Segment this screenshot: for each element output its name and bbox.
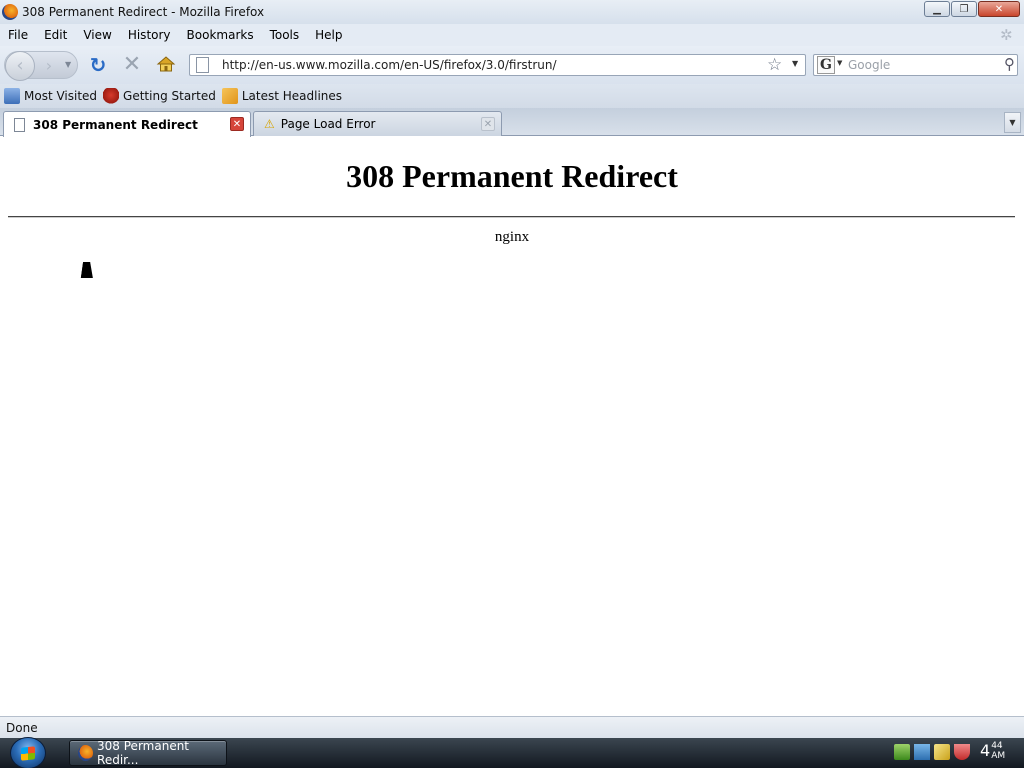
clock[interactable]: 4 44 AM <box>980 741 1005 761</box>
firefox-red-icon <box>103 88 120 104</box>
divider <box>8 216 1015 218</box>
security-shield-icon[interactable] <box>954 744 970 760</box>
back-forward-group: ‹ › ▼ <box>4 51 78 81</box>
tab-label: Page Load Error <box>280 117 376 131</box>
menu-tools[interactable]: Tools <box>270 28 300 42</box>
bookmark-latest-headlines[interactable]: Latest Headlines <box>221 88 343 104</box>
reload-icon[interactable]: ↻ <box>87 54 109 76</box>
menu-bar: File Edit View History Bookmarks Tools H… <box>0 24 1024 46</box>
close-tab-icon[interactable]: ✕ <box>481 117 495 131</box>
smart-folder-icon <box>4 88 20 104</box>
magnifier-icon[interactable]: ⚲ <box>1004 55 1015 73</box>
search-engine-dropdown-icon[interactable]: ▼ <box>837 59 842 67</box>
firefox-logo-icon <box>78 745 94 761</box>
clock-hour: 4 <box>980 741 991 760</box>
page-favicon-icon <box>196 57 209 73</box>
url-dropdown-icon[interactable]: ▼ <box>792 59 798 68</box>
window-controls: ▁ ❐ ✕ <box>923 1 1020 17</box>
taskbar-firefox-button[interactable]: 308 Permanent Redir... <box>69 739 227 767</box>
bookmarks-toolbar: Most Visited Getting Started Latest Head… <box>0 84 1024 108</box>
taskbar-button-label: 308 Permanent Redir... <box>97 739 190 767</box>
clock-ampm: AM <box>991 751 1006 761</box>
clock-minute: 44 <box>991 741 1003 751</box>
url-input[interactable]: http://en-us.www.mozilla.com/en-US/firef… <box>222 58 557 72</box>
menu-file[interactable]: File <box>8 28 28 42</box>
home-icon[interactable] <box>155 54 177 76</box>
minimize-button[interactable]: ▁ <box>924 1 950 17</box>
url-bar[interactable]: http://en-us.www.mozilla.com/en-US/firef… <box>189 54 806 76</box>
activity-throbber-icon: ✲ <box>1000 26 1013 44</box>
clock-minutes-group: 44 AM <box>991 741 1005 761</box>
mouse-cursor-icon <box>80 262 96 278</box>
status-bar: Done <box>0 716 1024 738</box>
home-house-icon <box>156 56 176 72</box>
status-text: Done <box>6 721 38 735</box>
bookmark-label: Getting Started <box>123 89 216 103</box>
search-engine-icon[interactable]: G <box>817 56 835 74</box>
network-icon[interactable] <box>894 744 910 760</box>
restore-button[interactable]: ❐ <box>951 1 977 17</box>
display-icon[interactable] <box>914 744 930 760</box>
page-content: 308 Permanent Redirect nginx <box>0 136 1024 716</box>
bookmark-star-icon[interactable]: ☆ <box>767 55 782 75</box>
tab-label: 308 Permanent Redirect <box>33 117 198 132</box>
firefox-logo-icon <box>2 4 18 20</box>
back-button[interactable]: ‹ <box>5 51 35 81</box>
navigation-toolbar: ‹ › ▼ ↻ ✕ http://en-us.www.mozilla.com/e… <box>0 46 1024 84</box>
wizard-icon[interactable] <box>934 744 950 760</box>
page-icon <box>14 117 25 132</box>
tab-page-load-error[interactable]: ⚠ Page Load Error ✕ <box>253 111 502 136</box>
bookmark-most-visited[interactable]: Most Visited <box>4 88 97 104</box>
menu-bookmarks[interactable]: Bookmarks <box>187 28 254 42</box>
windows-logo-icon <box>21 746 35 761</box>
system-tray <box>894 744 974 760</box>
menu-edit[interactable]: Edit <box>44 28 67 42</box>
rss-feed-icon <box>221 88 238 104</box>
tab-list-dropdown-icon[interactable]: ▼ <box>1004 112 1021 133</box>
server-name: nginx <box>494 229 530 245</box>
search-input[interactable]: Google <box>848 58 890 72</box>
close-window-button[interactable]: ✕ <box>978 1 1020 17</box>
menu-help[interactable]: Help <box>315 28 342 42</box>
forward-button[interactable]: › <box>39 56 59 76</box>
stop-icon[interactable]: ✕ <box>121 54 143 76</box>
title-bar: 308 Permanent Redirect - Mozilla Firefox… <box>0 0 1024 24</box>
taskbar: 308 Permanent Redir... 4 44 AM <box>0 737 1024 768</box>
search-bar[interactable]: G ▼ Google ⚲ <box>813 54 1018 76</box>
tab-strip: 308 Permanent Redirect ✕ ⚠ Page Load Err… <box>0 108 1024 137</box>
start-button[interactable] <box>10 737 46 768</box>
tab-308-permanent-redirect[interactable]: 308 Permanent Redirect ✕ <box>3 111 251 137</box>
close-tab-icon[interactable]: ✕ <box>230 117 244 131</box>
history-dropdown-icon[interactable]: ▼ <box>65 58 75 72</box>
window-title: 308 Permanent Redirect - Mozilla Firefox <box>22 5 265 19</box>
page-heading: 308 Permanent Redirect <box>346 158 678 194</box>
bookmark-getting-started[interactable]: Getting Started <box>103 88 216 104</box>
menu-history[interactable]: History <box>128 28 171 42</box>
menu-view[interactable]: View <box>83 28 111 42</box>
bookmark-label: Most Visited <box>24 89 98 103</box>
warning-icon: ⚠ <box>264 117 275 131</box>
bookmark-label: Latest Headlines <box>241 89 343 103</box>
